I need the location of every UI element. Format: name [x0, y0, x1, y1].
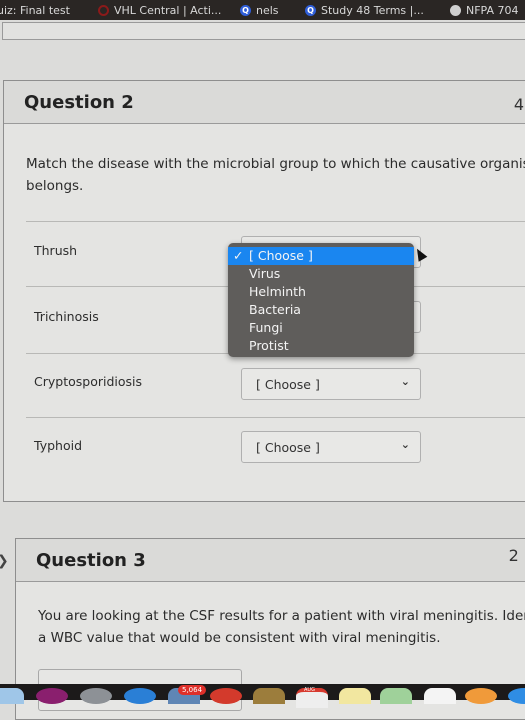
contacts-icon[interactable] — [253, 688, 285, 704]
dropdown-option-fungi[interactable]: Fungi — [228, 319, 414, 337]
tab-vhl-central[interactable]: VHL Central | Acti... — [98, 0, 221, 20]
question-header: Question 2 4 — [4, 81, 525, 124]
mail-unread-badge: 5,064 — [178, 685, 207, 695]
tab-label: uiz: Final test — [0, 3, 70, 17]
vhl-icon — [98, 4, 109, 16]
option-label: Helminth — [249, 284, 306, 299]
chevron-down-icon: ⌄ — [400, 375, 410, 388]
globe-icon — [450, 4, 461, 16]
tab-label: Study 48 Terms |... — [321, 3, 424, 17]
question-points: 4 — [513, 95, 524, 114]
chrome-icon[interactable] — [210, 688, 242, 704]
safari-icon[interactable] — [124, 688, 156, 704]
tab-label: NFPA 704 — [466, 3, 519, 17]
dropdown-menu: ✓ [ Choose ] Virus Helminth Bacteria Fun… — [228, 243, 414, 357]
dropdown-option-bacteria[interactable]: Bacteria — [228, 301, 414, 319]
select-cryptosporidiosis[interactable]: [ Choose ] ⌄ — [241, 368, 421, 400]
tab-label: VHL Central | Acti... — [114, 3, 222, 17]
question-title: Question 3 — [36, 550, 146, 571]
launchpad-icon[interactable] — [80, 688, 112, 704]
browser-tab-bar: uiz: Final test VHL Central | Acti... Q … — [0, 0, 525, 20]
dropdown-option-helminth[interactable]: Helminth — [228, 283, 414, 301]
question-header: Question 3 2 p — [16, 539, 525, 582]
select-value: [ Choose ] — [256, 377, 320, 392]
tab-quiz-final-test[interactable]: uiz: Final test — [0, 0, 70, 20]
divider — [26, 221, 525, 222]
option-label: Bacteria — [249, 302, 301, 317]
maps-icon[interactable] — [380, 688, 412, 704]
chevron-right-icon[interactable]: ❯ — [0, 553, 9, 569]
question-text: You are looking at the CSF results for a… — [38, 608, 525, 646]
previous-question-box — [2, 22, 525, 40]
question-title: Question 2 — [24, 92, 134, 113]
photos-icon[interactable] — [465, 688, 497, 704]
macos-dock: AUG — [0, 684, 525, 708]
select-typhoid[interactable]: [ Choose ] ⌄ — [241, 431, 421, 463]
finder-icon[interactable] — [0, 688, 24, 704]
chevron-down-icon: ⌄ — [400, 438, 410, 451]
divider — [26, 417, 525, 418]
dropdown-option-choose[interactable]: ✓ [ Choose ] — [228, 247, 414, 265]
notes-icon[interactable] — [339, 688, 371, 704]
match-label-thrush: Thrush — [34, 243, 78, 258]
select-value: [ Choose ] — [256, 440, 320, 455]
option-label: Protist — [249, 338, 289, 353]
calendar-icon[interactable]: AUG — [296, 687, 328, 708]
quizlet-icon: Q — [305, 4, 316, 16]
question-text: Match the disease with the microbial gro… — [26, 156, 525, 194]
tab-nels[interactable]: Q nels — [240, 0, 279, 20]
question-points: 2 p — [508, 546, 525, 565]
option-label: Fungi — [249, 320, 283, 335]
match-label-trichinosis: Trichinosis — [34, 309, 99, 324]
option-label: [ Choose ] — [249, 248, 313, 263]
tab-label: nels — [256, 3, 279, 17]
dropdown-option-virus[interactable]: Virus — [228, 265, 414, 283]
dropdown-option-protist[interactable]: Protist — [228, 337, 414, 355]
checkmark-icon: ✓ — [233, 248, 244, 263]
match-label-cryptosporidiosis: Cryptosporidiosis — [34, 374, 143, 389]
reminders-icon[interactable] — [424, 688, 456, 704]
siri-icon[interactable] — [36, 688, 68, 704]
tab-nfpa-704[interactable]: NFPA 704 — [450, 0, 519, 20]
quizlet-icon: Q — [240, 4, 251, 16]
calendar-month: AUG — [304, 687, 315, 693]
option-label: Virus — [249, 266, 281, 281]
tab-study-48-terms[interactable]: Q Study 48 Terms |... — [305, 0, 424, 20]
match-label-typhoid: Typhoid — [34, 438, 82, 453]
